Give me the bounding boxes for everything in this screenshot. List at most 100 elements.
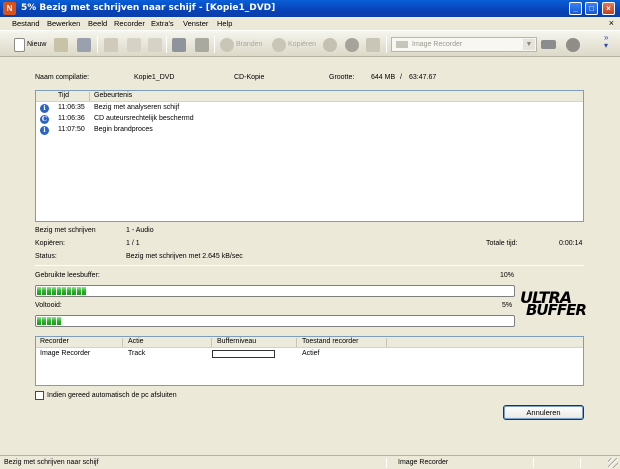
compilation-name-label: Naam compilatie: xyxy=(35,74,90,81)
progress-segment xyxy=(57,317,61,325)
toolbar: Nieuw Branden Kopiëren Image Recorder ▼ … xyxy=(0,30,620,57)
erase-icon xyxy=(366,37,380,52)
menu-bestand[interactable]: Bestand xyxy=(12,19,40,28)
buffer-progress-fill xyxy=(37,287,86,295)
duration-value: 63:47.67 xyxy=(409,74,437,81)
col-header-action[interactable]: Actie xyxy=(128,338,144,345)
col-header-event[interactable]: Gebeurtenis xyxy=(94,92,132,99)
copy-button[interactable] xyxy=(127,36,141,53)
disc-icon xyxy=(566,37,580,52)
progress-segment xyxy=(57,287,61,295)
info-icon: i xyxy=(40,104,49,113)
disc-info-button[interactable] xyxy=(323,36,337,53)
drive-icon xyxy=(541,40,556,49)
progress-segment xyxy=(67,287,71,295)
log-row[interactable]: i 11:06:35 Bezig met analyseren schijf xyxy=(36,103,583,114)
buffer-progress-bar xyxy=(35,285,515,297)
progress-segment xyxy=(42,317,46,325)
writing-value: 1 - Audio xyxy=(126,227,154,234)
auto-shutdown-label[interactable]: Indien gereed automatisch de pc afsluite… xyxy=(47,392,177,399)
nero-app-icon[interactable]: N xyxy=(3,2,16,15)
divider xyxy=(35,265,584,266)
buffer-percent: 10% xyxy=(500,272,515,279)
progress-segment xyxy=(42,287,46,295)
menu-bar: Bestand Bewerken Beeld Recorder Extra's … xyxy=(0,17,620,30)
statusbar-message: Bezig met schrijven naar schijf xyxy=(4,459,99,466)
auto-shutdown-checkbox[interactable] xyxy=(35,391,44,400)
log-row[interactable]: i 11:07:50 Begin brandproces xyxy=(36,125,583,136)
event-log-list[interactable]: Tijd Gebeurtenis i 11:06:35 Bezig met an… xyxy=(35,90,584,222)
menu-extras[interactable]: Extra's xyxy=(151,19,174,28)
menu-help[interactable]: Help xyxy=(217,19,232,28)
col-header-recorder[interactable]: Recorder xyxy=(40,338,69,345)
menu-recorder[interactable]: Recorder xyxy=(114,19,145,28)
recorder-table-header: Recorder Actie Bufferniveau Toestand rec… xyxy=(36,337,583,348)
size-label: Grootte: xyxy=(329,74,355,81)
burn-button[interactable]: Branden xyxy=(220,36,262,53)
size-separator: / xyxy=(400,74,402,81)
close-button[interactable]: × xyxy=(602,2,615,15)
wizard-button[interactable] xyxy=(195,36,209,53)
double-chevron-icon: » ▾ xyxy=(604,32,609,50)
progress-segment xyxy=(47,287,51,295)
done-label: Voltooid: xyxy=(35,302,62,309)
statusbar-recorder: Image Recorder xyxy=(398,459,449,466)
open-icon xyxy=(54,37,68,52)
size-value: 644 MB xyxy=(371,74,396,81)
done-progress-bar xyxy=(35,315,515,327)
col-header-time[interactable]: Tijd xyxy=(58,92,69,99)
chevron-down-icon[interactable]: ▼ xyxy=(523,39,535,50)
copy-disc-button[interactable]: Kopiëren xyxy=(272,36,316,53)
copyright-icon: C xyxy=(40,115,49,124)
resize-grip[interactable] xyxy=(608,458,618,468)
cut-icon xyxy=(104,37,118,52)
recorder-select[interactable]: Image Recorder ▼ xyxy=(391,37,537,52)
wizard-icon xyxy=(195,37,209,52)
writing-label: Bezig met schrijven xyxy=(35,227,96,234)
compilation-type-value: CD-Kopie xyxy=(234,74,265,81)
properties-icon xyxy=(172,37,186,52)
copy-icon xyxy=(127,37,141,52)
window-title: 5% Bezig met schrijven naar schijf - [Ko… xyxy=(21,3,276,13)
buffer-level-bar xyxy=(212,350,275,358)
disc-button[interactable] xyxy=(566,36,580,53)
event-log-header: Tijd Gebeurtenis xyxy=(36,91,583,102)
maximize-button[interactable]: □ xyxy=(585,2,598,15)
save-icon xyxy=(77,37,91,52)
menu-beeld[interactable]: Beeld xyxy=(88,19,107,28)
col-header-buffer-level[interactable]: Bufferniveau xyxy=(217,338,256,345)
recorder-table[interactable]: Recorder Actie Bufferniveau Toestand rec… xyxy=(35,336,584,386)
title-bar: N 5% Bezig met schrijven naar schijf - [… xyxy=(0,0,620,17)
paste-button[interactable] xyxy=(148,36,162,53)
cut-button[interactable] xyxy=(104,36,118,53)
progress-segment xyxy=(37,287,41,295)
status-label: Status: xyxy=(35,253,57,260)
new-button[interactable]: Nieuw xyxy=(14,36,46,53)
progress-segment xyxy=(62,287,66,295)
copy-disc-icon xyxy=(272,37,286,52)
eject-icon xyxy=(345,37,359,52)
menu-venster[interactable]: Venster xyxy=(183,19,208,28)
properties-button[interactable] xyxy=(172,36,186,53)
col-header-recorder-state[interactable]: Toestand recorder xyxy=(302,338,358,345)
menu-bewerken[interactable]: Bewerken xyxy=(47,19,80,28)
cancel-button[interactable]: Annuleren xyxy=(503,405,584,420)
status-value: Bezig met schrijven met 2.645 kB/sec xyxy=(126,253,243,260)
compilation-name-value: Kopie1_DVD xyxy=(134,74,175,81)
drive-button[interactable] xyxy=(541,36,556,53)
done-percent: 5% xyxy=(502,302,513,309)
progress-segment xyxy=(72,287,76,295)
copies-value: 1 / 1 xyxy=(126,240,140,247)
mdi-close-icon[interactable]: × xyxy=(609,18,614,28)
erase-button[interactable] xyxy=(366,36,380,53)
toolbar-overflow-button[interactable]: » ▾ xyxy=(604,33,608,50)
paste-icon xyxy=(148,37,162,52)
disc-info-icon xyxy=(323,37,337,52)
eject-button[interactable] xyxy=(345,36,359,53)
burn-icon xyxy=(220,37,234,52)
save-button[interactable] xyxy=(77,36,91,53)
log-row[interactable]: C 11:06:36 CD auteursrechtelijk bescherm… xyxy=(36,114,583,125)
minimize-button[interactable]: _ xyxy=(569,2,582,15)
open-button[interactable] xyxy=(54,36,68,53)
new-document-icon xyxy=(14,37,25,52)
